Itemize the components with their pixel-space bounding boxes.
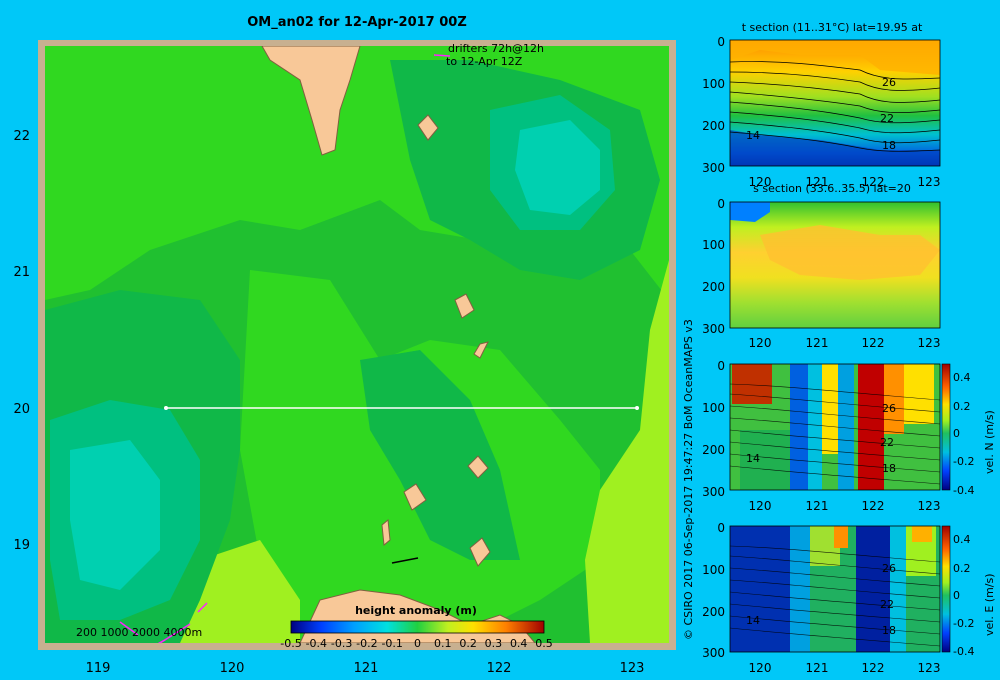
isotherm-label: 18 (882, 624, 896, 637)
isotherm-label: 18 (882, 462, 896, 475)
panel-y-tick: 200 (702, 280, 725, 294)
vel-cbar-tick: 0.4 (953, 533, 971, 546)
panel-y-tick: 100 (702, 77, 725, 91)
vel-cbar-tick: 0.2 (953, 400, 971, 413)
panel-x-tick: 120 (749, 499, 772, 513)
map-x-tick: 123 (620, 661, 645, 676)
vel-cbar-tick: 0 (953, 589, 960, 602)
panel-y-tick: 0 (717, 521, 725, 535)
panel-title: t section (11..31°C) lat=19.95 at (742, 21, 923, 34)
panel-y-tick: 100 (702, 238, 725, 252)
colorbar-title: height anomaly (m) (355, 604, 477, 617)
panel-title: s section (33.6..35.5) lat=20 (753, 182, 911, 195)
isotherm-label: 22 (880, 112, 894, 125)
map-y-tick: 19 (13, 538, 30, 553)
panel-x-tick: 121 (806, 499, 829, 513)
vel-cbar-tick: -0.2 (953, 617, 974, 630)
map-y-tick: 21 (13, 265, 30, 280)
drifters-label-line1: drifters 72h@12h (448, 42, 544, 55)
panel-x-tick: 121 (806, 336, 829, 350)
isotherm-label: 14 (746, 614, 760, 627)
vel-cbar-label: vel. E (m/s) (983, 573, 996, 636)
depth-legend: 200 1000 2000 4000m (76, 626, 202, 639)
colorbar-tick: -0.2 (356, 637, 377, 650)
isotherm-label: 26 (882, 76, 896, 89)
colorbar-tick: 0.5 (535, 637, 553, 650)
panel-x-tick: 123 (918, 175, 941, 189)
figure-title: OM_an02 for 12-Apr-2017 00Z (247, 15, 467, 30)
map-x-tick: 119 (86, 661, 111, 676)
vel-cbar-tick: -0.4 (953, 645, 974, 658)
panel-x-tick: 123 (918, 336, 941, 350)
map-x-tick: 122 (487, 661, 512, 676)
vel-cbar-tick: 0.4 (953, 371, 971, 384)
panel-x-tick: 121 (806, 661, 829, 675)
colorbar-tick: 0 (414, 637, 421, 650)
panel-x-tick: 120 (749, 336, 772, 350)
velocity-east-panel: 26 22 18 14 0.4 0.2 0 -0.2 -0.4 vel. E (… (702, 521, 996, 675)
colorbar-tick: 0.3 (485, 637, 503, 650)
drifters-label-line2: to 12-Apr 12Z (446, 55, 523, 68)
panel-x-tick: 120 (749, 661, 772, 675)
map-y-tick: 22 (13, 129, 30, 144)
map-x-axis: 119 120 121 122 123 (86, 661, 645, 676)
panel-x-tick: 123 (918, 661, 941, 675)
panel-y-tick: 300 (702, 646, 725, 660)
panel-y-tick: 200 (702, 443, 725, 457)
vel-cbar-tick: 0 (953, 427, 960, 440)
panel-y-tick: 300 (702, 322, 725, 336)
panel-y-tick: 100 (702, 401, 725, 415)
panel-y-tick: 300 (702, 161, 725, 175)
temperature-section-panel: t section (11..31°C) lat=19.95 at 26 22 … (702, 21, 940, 189)
panel-y-tick: 200 (702, 119, 725, 133)
colorbar-tick: -0.5 (280, 637, 301, 650)
island (381, 519, 391, 546)
vel-cbar-label: vel. N (m/s) (983, 410, 996, 474)
ocean-forecast-figure: OM_an02 for 12-Apr-2017 00Z drifters 72h… (13, 15, 996, 676)
panel-y-tick: 300 (702, 485, 725, 499)
vel-cbar-tick: 0.2 (953, 562, 971, 575)
colorbar-tick: 0.2 (459, 637, 477, 650)
panel-x-tick: 122 (862, 336, 885, 350)
map-y-tick: 20 (13, 402, 30, 417)
panel-y-tick: 0 (717, 197, 725, 211)
isotherm-label: 22 (880, 436, 894, 449)
isotherm-label: 14 (746, 129, 760, 142)
map-x-tick: 121 (354, 661, 379, 676)
salinity-section-panel: s section (33.6..35.5) lat=20 0 100 200 … (702, 182, 940, 350)
isotherm-label: 26 (882, 562, 896, 575)
vel-n-colorbar (941, 363, 951, 491)
panel-y-tick: 100 (702, 563, 725, 577)
map-x-tick: 120 (220, 661, 245, 676)
colorbar-tick: -0.1 (381, 637, 402, 650)
panel-x-tick: 122 (862, 661, 885, 675)
isotherm-label: 14 (746, 452, 760, 465)
isotherm-label: 22 (880, 598, 894, 611)
panel-x-tick: 122 (862, 499, 885, 513)
panel-x-tick: 123 (918, 499, 941, 513)
colorbar-tick: -0.4 (306, 637, 327, 650)
vel-cbar-tick: -0.2 (953, 455, 974, 468)
vel-e-colorbar (941, 525, 951, 653)
colorbar-tick: 0.1 (434, 637, 452, 650)
height-anomaly-map: drifters 72h@12h to 12-Apr 12Z 200 1000 … (13, 40, 676, 676)
map-y-axis: 22 21 20 19 (13, 129, 30, 553)
vel-cbar-tick: -0.4 (953, 484, 974, 497)
credit-text: © CSIRO 2017 06-Sep-2017 19:47:27 BoM Oc… (682, 319, 695, 640)
isotherm-label: 18 (882, 139, 896, 152)
colorbar-tick: 0.4 (510, 637, 528, 650)
velocity-north-panel: 26 22 18 14 0.4 0.2 0 -0.2 -0.4 vel. N (… (702, 359, 996, 513)
colorbar-tick: -0.3 (331, 637, 352, 650)
isotherm-label: 26 (882, 402, 896, 415)
panel-y-tick: 0 (717, 359, 725, 373)
panel-y-tick: 200 (702, 605, 725, 619)
panel-y-tick: 0 (717, 35, 725, 49)
